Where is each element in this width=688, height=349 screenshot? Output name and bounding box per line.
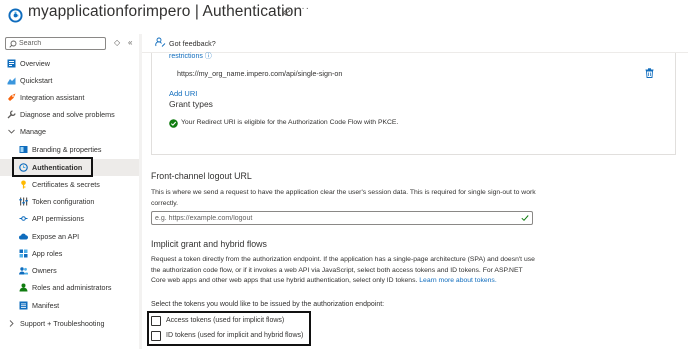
delete-icon[interactable] <box>645 68 654 78</box>
feedback-icon <box>155 37 166 47</box>
token-icon <box>19 197 28 206</box>
sidebar-item-integration-assistant[interactable]: Integration assistant <box>0 89 140 106</box>
sidebar-item-app-roles[interactable]: App roles <box>0 245 140 262</box>
add-uri-link[interactable]: Add URI <box>169 89 197 98</box>
logout-url-title: Front-channel logout URL <box>151 171 252 181</box>
success-check-icon <box>169 119 178 128</box>
sidebar-item-token-configuration[interactable]: Token configuration <box>0 193 140 210</box>
sidebar-item-label: Integration assistant <box>20 93 85 102</box>
roles-icon <box>19 283 28 292</box>
sidebar-item-label: App roles <box>32 249 63 258</box>
sidebar-item-label: Quickstart <box>20 76 53 85</box>
redirect-uri-card: restrictions ⓘ https://my_org_name.imper… <box>151 53 676 155</box>
sidebar-item-overview[interactable]: Overview <box>0 55 140 72</box>
sidebar-item-label: Roles and administrators <box>32 283 112 292</box>
app-registration-icon <box>8 8 23 23</box>
grant-types-title: Grant types <box>169 99 213 109</box>
token-select-label: Select the tokens you would like to be i… <box>151 301 385 308</box>
feedback-button[interactable]: Got feedback? <box>155 37 216 48</box>
sidebar-item-api-permissions[interactable]: API permissions <box>0 210 140 227</box>
sidebar-item-label: Diagnose and solve problems <box>20 110 115 119</box>
redirect-uri-value[interactable]: https://my_org_name.impero.com/api/singl… <box>177 69 342 78</box>
sidebar-item-quickstart[interactable]: Quickstart <box>0 72 140 89</box>
collapse-sidebar-icon[interactable]: « <box>128 38 132 47</box>
expand-collapse-icon[interactable]: ◇ <box>114 38 120 47</box>
sidebar-item-label: Token configuration <box>32 197 95 206</box>
valid-check-icon <box>521 215 529 222</box>
api-permissions-icon <box>19 216 28 221</box>
implicit-grant-title: Implicit grant and hybrid flows <box>151 239 267 249</box>
rocket-icon <box>8 93 16 101</box>
tokens-highlight-box <box>147 311 311 346</box>
feedback-label: Got feedback? <box>169 39 216 48</box>
manifest-icon <box>19 301 28 310</box>
page-header: myapplicationforimpero | Authentication … <box>0 0 688 34</box>
sidebar-item-roles-administrators[interactable]: Roles and administrators <box>0 279 140 296</box>
logout-url-field[interactable] <box>151 211 533 225</box>
branding-icon <box>19 146 28 153</box>
learn-more-link[interactable]: Learn more about tokens. <box>419 277 496 284</box>
sidebar-item-label: Overview <box>20 59 50 68</box>
sidebar-item-label: Expose an API <box>32 232 80 241</box>
page-title: myapplicationforimpero | Authentication <box>28 3 303 20</box>
search-input[interactable] <box>19 38 104 49</box>
sidebar-item-label: Certificates & secrets <box>32 180 100 189</box>
search-icon <box>9 40 17 48</box>
sidebar-item-manifest[interactable]: Manifest <box>0 297 140 314</box>
main-content: Got feedback? restrictions ⓘ https://my_… <box>142 34 688 349</box>
sidebar-item-owners[interactable]: Owners <box>0 262 140 279</box>
sidebar: ◇ « Overview Quickstart Integration assi… <box>0 34 140 349</box>
owners-icon <box>19 267 28 275</box>
more-options-icon[interactable]: ··· <box>297 3 310 14</box>
sidebar-item-diagnose[interactable]: Diagnose and solve problems <box>0 106 140 123</box>
sidebar-item-label: API permissions <box>32 214 84 223</box>
sidebar-item-certificates[interactable]: Certificates & secrets <box>0 176 140 193</box>
pkce-message-text: Your Redirect URI is eligible for the Au… <box>181 119 399 126</box>
overview-icon <box>7 59 16 68</box>
authentication-highlight-box <box>12 157 93 177</box>
sidebar-group-manage[interactable]: Manage <box>0 123 140 140</box>
key-icon <box>21 180 26 189</box>
sidebar-item-expose-api[interactable]: Expose an API <box>0 228 140 245</box>
restrictions-label: restrictions ⓘ <box>169 53 212 60</box>
sidebar-item-label: Support + Troubleshooting <box>20 319 105 328</box>
app-roles-icon <box>19 249 28 258</box>
quickstart-icon <box>7 77 16 85</box>
chevron-down-icon <box>8 129 15 134</box>
logout-url-input[interactable] <box>155 213 520 224</box>
logout-url-description: This is where we send a request to have … <box>151 189 536 207</box>
sidebar-item-label: Branding & properties <box>32 145 102 154</box>
sidebar-group-support[interactable]: Support + Troubleshooting <box>0 315 140 332</box>
sidebar-search-box[interactable] <box>5 37 106 50</box>
sidebar-item-branding[interactable]: Branding & properties <box>0 141 140 158</box>
sidebar-item-label: Manifest <box>32 301 60 310</box>
cloud-icon <box>19 233 28 240</box>
wrench-icon <box>7 110 16 119</box>
chevron-right-icon <box>9 320 14 327</box>
pin-icon[interactable] <box>281 7 291 17</box>
sidebar-item-label: Manage <box>20 127 46 136</box>
sidebar-item-label: Owners <box>32 266 57 275</box>
implicit-grant-description: Request a token directly from the author… <box>151 255 536 287</box>
